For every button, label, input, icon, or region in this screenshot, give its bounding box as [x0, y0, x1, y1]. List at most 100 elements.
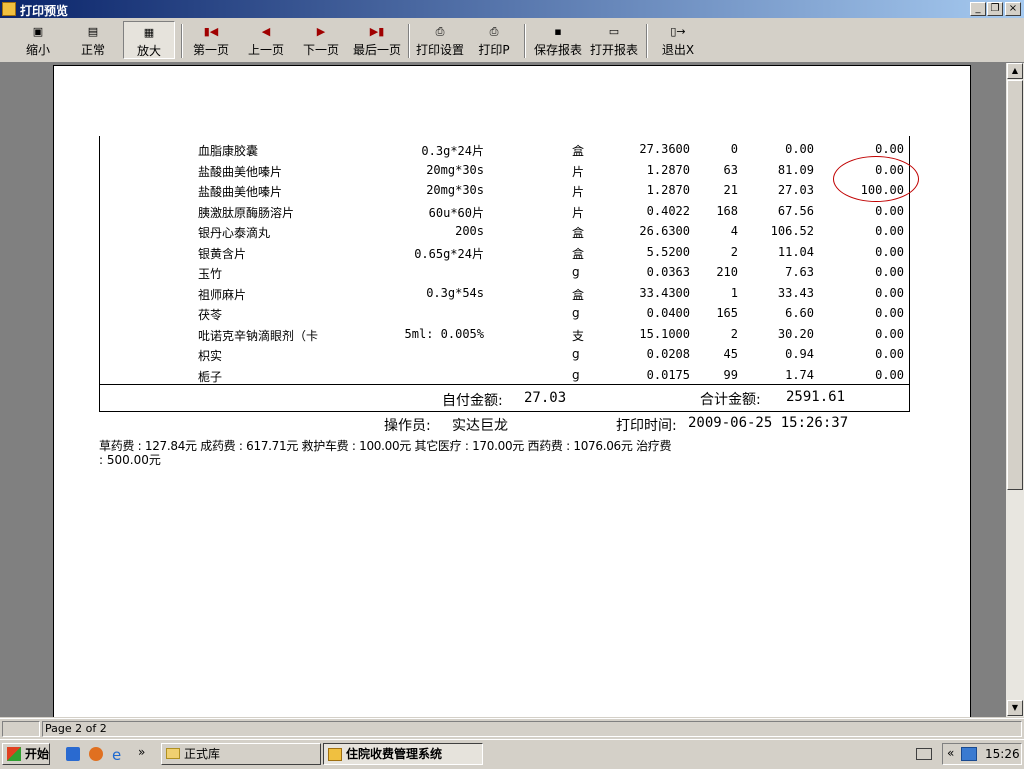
- row-price: 0.0208: [646, 347, 690, 361]
- row-self-pay: 0.00: [875, 285, 904, 300]
- row-price: 1.2870: [646, 183, 690, 197]
- toolbar-separator: [181, 24, 183, 58]
- task2-label: 住院收费管理系统: [346, 747, 443, 761]
- show-desktop-icon[interactable]: [66, 747, 80, 761]
- table-left-border: [99, 136, 100, 386]
- windows-logo-icon: [7, 747, 21, 761]
- row-unit: 片: [572, 205, 585, 220]
- prev-page-button[interactable]: ◀ 上一页: [243, 21, 289, 59]
- open-report-label: 打开报表: [589, 43, 638, 57]
- exit-button[interactable]: ▯→ 退出X: [656, 21, 700, 59]
- row-self-pay: 0.00: [875, 265, 904, 279]
- task-button-app[interactable]: 住院收费管理系统: [323, 743, 483, 765]
- toolbar-separator: [408, 24, 410, 58]
- restore-button[interactable]: ❐: [987, 2, 1003, 16]
- operator-value: 实达巨龙: [452, 418, 508, 434]
- row-name: 茯苓: [198, 308, 223, 322]
- next-page-button[interactable]: ▶ 下一页: [298, 21, 344, 59]
- row-unit: 盒: [572, 246, 585, 261]
- start-button[interactable]: 开始: [2, 743, 50, 765]
- row-self-pay: 0.00: [875, 347, 904, 361]
- ie-icon[interactable]: e: [112, 746, 121, 764]
- row-spec: 5ml: 0.005%: [404, 326, 484, 341]
- row-unit: g: [572, 265, 580, 279]
- network-icon[interactable]: [961, 747, 977, 761]
- row-price: 0.0363: [646, 265, 690, 279]
- row-unit: 片: [572, 164, 585, 179]
- row-qty: 168: [716, 203, 738, 218]
- row-self-pay: 0.00: [875, 203, 904, 218]
- row-price: 27.3600: [639, 142, 690, 156]
- open-report-button[interactable]: ▭ 打开报表: [586, 21, 642, 59]
- quicklaunch-more[interactable]: »: [138, 745, 145, 759]
- row-price: 0.0400: [646, 306, 690, 320]
- row-qty: 4: [730, 224, 738, 238]
- toolbar-separator: [524, 24, 526, 58]
- first-page-button[interactable]: ▮◀ 第一页: [188, 21, 234, 59]
- last-page-button[interactable]: ▶▮ 最后一页: [350, 21, 404, 59]
- row-amount: 106.52: [770, 224, 814, 238]
- normal-icon: ▤: [87, 25, 99, 38]
- scroll-thumb[interactable]: [1007, 80, 1023, 490]
- zoom-out-button[interactable]: ▣ 缩小: [12, 21, 64, 59]
- keyboard-icon[interactable]: [916, 748, 932, 760]
- row-qty: 21: [723, 183, 738, 197]
- preview-viewport[interactable]: 血脂康胶囊 0.3g*24片盒 27.3600 0 0.00 0.00 盐酸曲美他嗪片 20m…: [0, 63, 1006, 717]
- row-spec: 20mg*30s: [426, 183, 484, 197]
- first-page-icon: ▮◀: [203, 25, 219, 38]
- row-amount: 7.63: [785, 265, 814, 279]
- save-icon: ▪: [554, 25, 562, 38]
- row-name: 血脂康胶囊: [198, 144, 259, 158]
- row-qty: 99: [723, 367, 738, 382]
- row-name: 盐酸曲美他嗪片: [198, 185, 283, 199]
- row-qty: 2: [730, 326, 738, 341]
- row-amount: 33.43: [777, 285, 814, 300]
- open-folder-icon: ▭: [608, 25, 620, 38]
- row-qty: 63: [723, 162, 738, 177]
- row-spec: 0.3g*54s: [426, 285, 484, 300]
- row-unit: 盒: [572, 144, 585, 158]
- task-button-folder[interactable]: 正式库: [161, 743, 321, 765]
- scroll-down-arrow-icon[interactable]: ▼: [1007, 700, 1023, 716]
- prev-page-icon: ◀: [261, 25, 271, 38]
- row-amount: 11.04: [777, 244, 814, 259]
- row-unit: g: [572, 306, 580, 320]
- row-name: 吡诺克辛钠滴眼剂（卡: [198, 328, 319, 343]
- row-spec: 0.3g*24片: [421, 144, 484, 158]
- report-page: 血脂康胶囊 0.3g*24片盒 27.3600 0 0.00 0.00 盐酸曲美他嗪片 20m…: [53, 65, 971, 717]
- operator-label: 操作员:: [384, 418, 431, 434]
- row-spec: 0.65g*24片: [414, 246, 484, 261]
- close-button[interactable]: ×: [1005, 2, 1021, 16]
- zoom-in-button[interactable]: ▦ 放大: [123, 21, 175, 59]
- clock: 15:26: [985, 747, 1020, 761]
- vertical-scrollbar[interactable]: ▲ ▼: [1006, 63, 1024, 717]
- row-qty: 45: [723, 347, 738, 361]
- tray-collapse[interactable]: «: [947, 746, 954, 760]
- exit-label: 退出X: [661, 43, 695, 57]
- row-self-pay: 0.00: [875, 326, 904, 341]
- save-report-label: 保存报表: [533, 43, 582, 57]
- firefox-icon[interactable]: [89, 747, 103, 761]
- next-page-icon: ▶: [316, 25, 326, 38]
- row-qty: 1: [730, 285, 738, 300]
- row-qty: 210: [716, 265, 738, 279]
- print-label: 打印P: [478, 43, 510, 57]
- row-unit: 片: [572, 185, 585, 199]
- exit-door-icon: ▯→: [670, 25, 686, 38]
- minimize-button[interactable]: _: [970, 2, 986, 16]
- row-name: 银丹心泰滴丸: [198, 226, 271, 240]
- printer-setup-icon: ⎙: [435, 25, 445, 38]
- normal-button[interactable]: ▤ 正常: [67, 21, 119, 59]
- save-report-button[interactable]: ▪ 保存报表: [530, 21, 586, 59]
- scroll-up-arrow-icon[interactable]: ▲: [1007, 63, 1023, 79]
- row-price: 0.0175: [646, 367, 690, 382]
- print-button[interactable]: ⎙ 打印P: [472, 21, 516, 59]
- prev-page-label: 上一页: [247, 43, 284, 57]
- app-icon: [328, 748, 342, 761]
- row-name: 玉竹: [198, 267, 223, 281]
- zoom-in-label: 放大: [136, 44, 161, 58]
- row-price: 33.4300: [639, 285, 690, 300]
- row-price: 26.6300: [639, 224, 690, 238]
- row-self-pay: 0.00: [875, 142, 904, 156]
- print-setup-button[interactable]: ⎙ 打印设置: [413, 21, 467, 59]
